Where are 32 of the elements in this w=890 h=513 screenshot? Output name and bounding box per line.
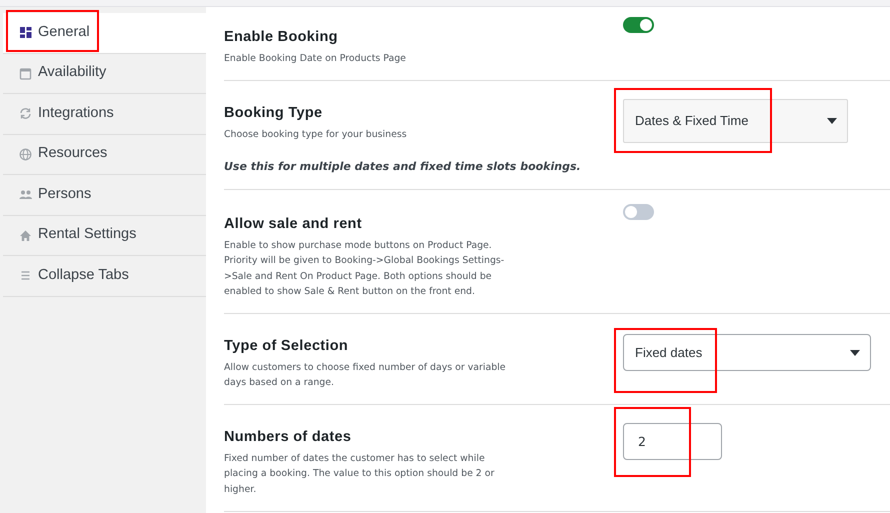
home-icon: [19, 228, 32, 242]
number-field[interactable]: 2: [623, 423, 722, 460]
sidebar-tab[interactable]: Persons: [3, 175, 206, 216]
sidebar-tab[interactable]: General: [3, 13, 206, 54]
setting-note: Use this for multiple dates and fixed time slots bookings.: [224, 158, 582, 175]
caret-icon: [850, 350, 860, 356]
calendar-icon: [19, 66, 32, 80]
setting-title: Allow sale and rent: [224, 215, 363, 234]
setting-description: Allow customers to choose fixed number of days or variable days based on a range.: [224, 360, 507, 390]
sidebar-tab[interactable]: Resources: [3, 134, 206, 175]
dropdown-select[interactable]: Dates & Fixed Time: [623, 98, 848, 143]
setting-description: Enable Booking Date on Products Page: [224, 52, 407, 66]
setting-description: Fixed number of dates the customer has to select while placing a booking. The value to this option should be 2 or higher.: [224, 452, 496, 497]
grid-icon: [19, 26, 32, 40]
sidebar-tab[interactable]: Integrations: [3, 94, 206, 134]
toggle-switch[interactable]: [623, 17, 654, 33]
setting-description: Choose booking type for your business: [224, 128, 408, 142]
setting-title: Booking Type: [224, 104, 324, 123]
setting-description: Enable to show purchase mode buttons on Product Page. Priority will be given to Booking->Global Bookings Settings->Sale and Rent On Product Page. Both options should be enabled to show Sale & Rent button on the front end.: [224, 239, 506, 299]
setting-title: Type of Selection: [224, 337, 350, 356]
people-icon: [19, 188, 32, 202]
setting-title: Enable Booking: [224, 28, 339, 47]
menu-icon: [19, 269, 32, 282]
dropdown-select[interactable]: Fixed dates: [623, 334, 871, 372]
caret-icon: [827, 118, 837, 124]
setting-title: Numbers of dates: [224, 428, 352, 448]
sidebar-tab[interactable]: Collapse Tabs: [3, 256, 206, 296]
sidebar-tab[interactable]: Rental Settings: [3, 216, 206, 256]
toggle-switch[interactable]: [623, 204, 654, 220]
sync-icon: [19, 107, 32, 120]
globe-icon: [19, 148, 32, 161]
sidebar-tab[interactable]: Availability: [3, 54, 206, 94]
